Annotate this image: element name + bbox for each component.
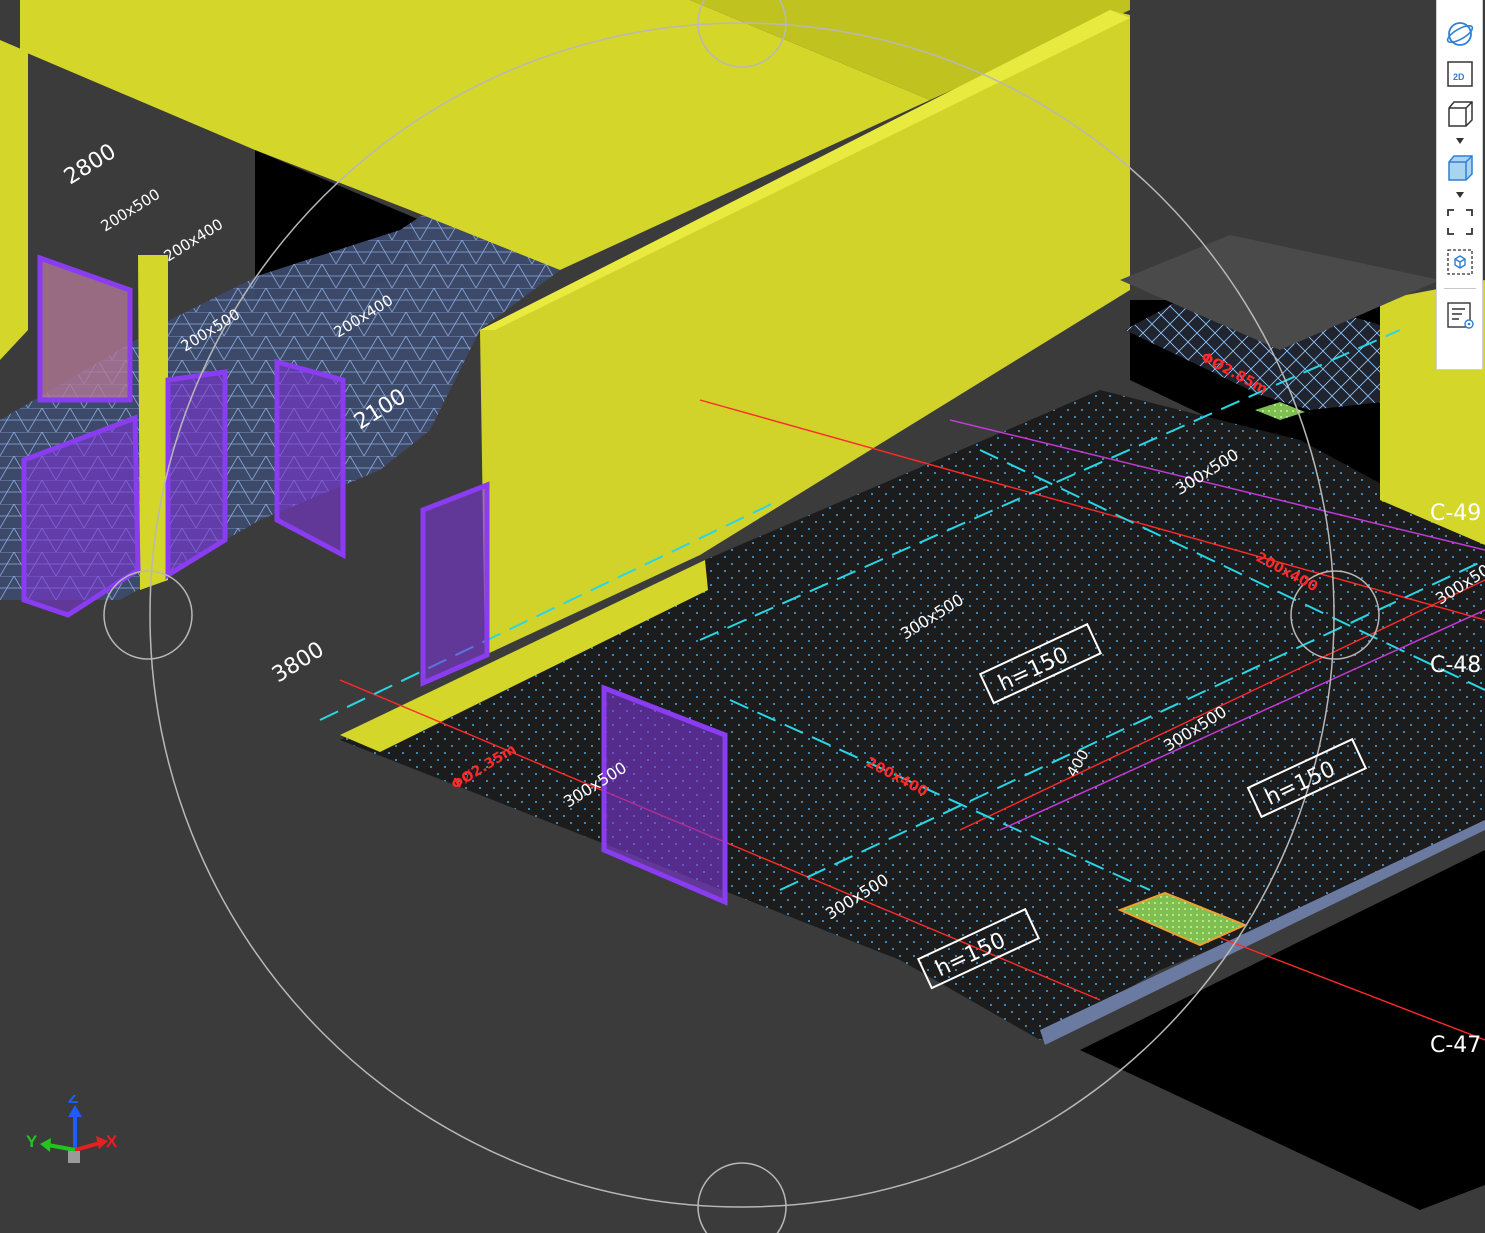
model-canvas[interactable]: 2800 3800 2100 300x500 300x500 300x500 3… [0, 0, 1485, 1233]
grid-label-c48: C-48 [1430, 653, 1481, 678]
view-3d-dropdown[interactable] [1455, 134, 1465, 148]
wall-left-stub [0, 40, 28, 360]
zoom-extents-button[interactable] [1442, 202, 1478, 242]
door-3 [165, 369, 228, 580]
grid-label-c47: C-47 [1430, 1033, 1481, 1058]
top-label-b: 200x400 [161, 215, 227, 265]
view-2d-icon: 2D [1446, 61, 1473, 87]
zoom-extents-icon [1446, 209, 1473, 235]
orbit-button[interactable] [1442, 14, 1478, 54]
door-4 [274, 358, 346, 560]
axis-triad: Z X Y [20, 1088, 130, 1175]
axis-label-x: X [106, 1132, 118, 1151]
orbit-icon [1446, 22, 1473, 46]
3d-model-viewport[interactable]: 2800 3800 2100 300x500 300x500 300x500 3… [0, 0, 1485, 1233]
axis-origin-cube [68, 1151, 80, 1163]
view-toolbar: 2D [1436, 0, 1483, 370]
door-1 [37, 254, 133, 403]
dim-2800: 2800 [60, 139, 121, 190]
properties-list-icon [1446, 302, 1474, 329]
view-3d-button[interactable] [1442, 94, 1478, 134]
axis-label-y: Y [26, 1132, 38, 1151]
section-box-button[interactable] [1442, 242, 1478, 282]
shaded-view-dropdown[interactable] [1455, 188, 1465, 202]
dim-3800: 3800 [268, 637, 329, 688]
caret-down-icon [1455, 192, 1464, 198]
caret-down-icon [1455, 138, 1464, 144]
toolbar-separator [1443, 288, 1476, 289]
shaded-view-button[interactable] [1442, 148, 1478, 188]
top-label-a: 200x500 [98, 185, 164, 235]
grid-label-c49: C-49 [1430, 501, 1481, 526]
column-left [138, 255, 168, 590]
axis-label-z: Z [68, 1095, 78, 1107]
properties-button[interactable] [1442, 295, 1478, 335]
y-axis-arrow [40, 1138, 51, 1152]
section-box-icon [1446, 249, 1473, 275]
door-5 [420, 481, 490, 687]
view-2d-button[interactable]: 2D [1442, 54, 1478, 94]
x-axis-line [74, 1141, 101, 1152]
cube-wireframe-icon [1447, 101, 1473, 127]
cube-shaded-icon [1447, 155, 1473, 181]
y-axis-line [47, 1143, 76, 1152]
svg-text:2D: 2D [1453, 72, 1465, 82]
